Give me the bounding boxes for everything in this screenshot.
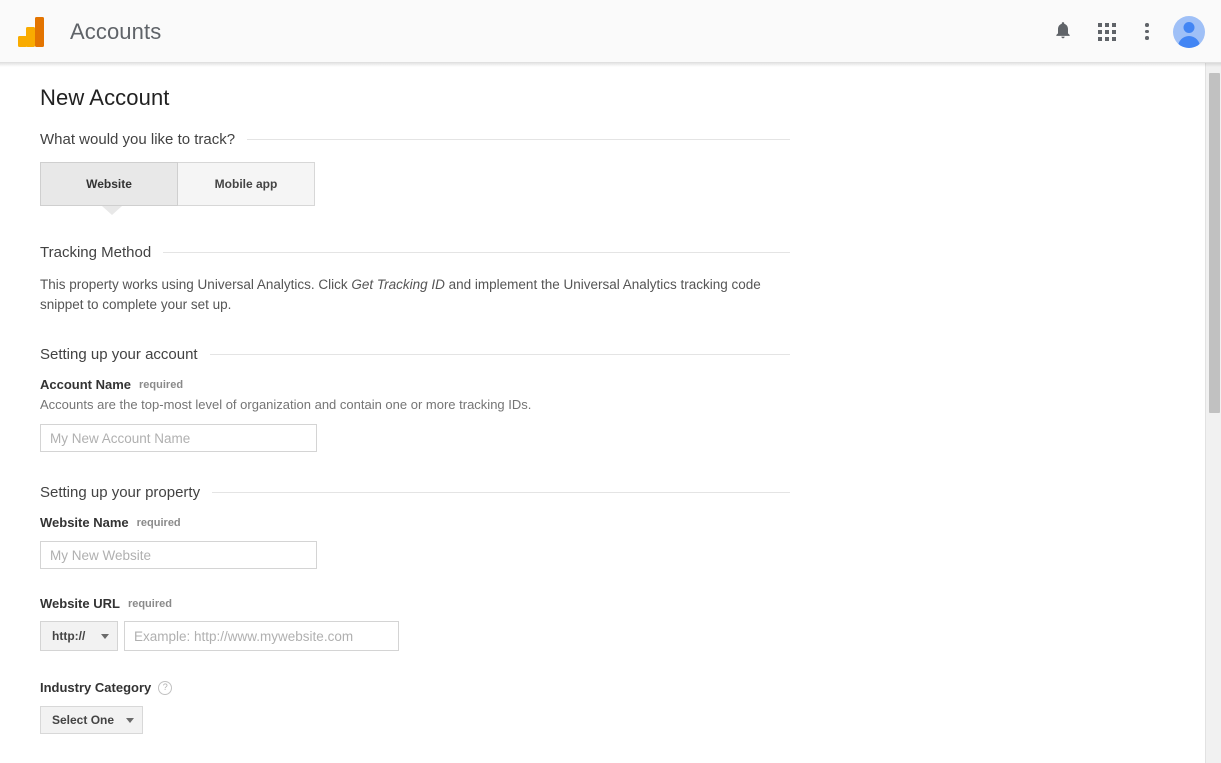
section-divider [212, 492, 790, 493]
avatar[interactable] [1173, 15, 1205, 48]
track-section-heading: What would you like to track? [40, 131, 236, 148]
website-name-label: Website Name required [40, 515, 1205, 530]
page-scrollbar-thumb[interactable] [1209, 73, 1220, 413]
track-section-header: What would you like to track? [40, 131, 790, 148]
industry-category-value: Select One [52, 713, 115, 727]
track-type-website-label: Website [86, 177, 132, 191]
track-type-website-button[interactable]: Website [40, 162, 178, 206]
industry-category-dropdown[interactable]: Select One [40, 706, 144, 734]
content-scroll-region: New Account What would you like to track… [0, 63, 1205, 763]
account-name-hint: Accounts are the top-most level of organ… [40, 397, 532, 412]
website-url-row: http:// [40, 621, 1205, 651]
property-section-header: Setting up your property [40, 484, 790, 501]
website-url-required-badge: required [127, 597, 172, 610]
app-header: Accounts [0, 0, 1221, 67]
protocol-dropdown-value: http:// [52, 629, 86, 643]
page-scrollbar-track[interactable] [1205, 63, 1221, 763]
track-type-mobile-app-button[interactable]: Mobile app [178, 162, 315, 206]
track-type-mobile-app-label: Mobile app [214, 177, 278, 191]
website-name-input[interactable] [40, 541, 317, 569]
avatar-body-icon [1178, 35, 1200, 48]
get-tracking-id-emphasis: Get Tracking ID [351, 277, 445, 292]
tracking-method-header: Tracking Method [40, 244, 790, 261]
account-name-label-text: Account Name [40, 377, 132, 392]
account-name-required-badge: required [139, 378, 184, 391]
industry-category-label-text: Industry Category [40, 680, 152, 695]
industry-category-row: Select One [40, 706, 1205, 734]
section-divider [163, 252, 790, 253]
tracking-method-text-before: This property works using Universal Anal… [40, 277, 352, 292]
page-title: New Account [40, 85, 170, 110]
new-account-form: New Account What would you like to track… [0, 63, 1205, 763]
website-url-input[interactable] [124, 621, 399, 651]
selected-tab-pointer-icon [102, 206, 122, 215]
account-section-header: Setting up your account [40, 346, 790, 363]
section-divider [209, 354, 790, 355]
more-options-button[interactable] [1127, 12, 1167, 52]
more-vertical-icon [1145, 23, 1149, 40]
section-divider [247, 139, 790, 140]
apps-grid-icon [1098, 22, 1116, 41]
tracking-method-heading: Tracking Method [40, 244, 152, 261]
notifications-button[interactable] [1043, 12, 1083, 52]
account-name-label: Account Name required [40, 377, 1205, 392]
chevron-down-icon [126, 717, 135, 723]
bell-icon [1053, 20, 1073, 43]
tracking-method-description: This property works using Universal Anal… [40, 275, 785, 315]
track-type-toggle-group: Website Mobile app [40, 162, 315, 215]
help-icon[interactable]: ? [158, 680, 173, 695]
account-name-input[interactable] [40, 424, 317, 452]
account-section-heading: Setting up your account [40, 346, 198, 363]
avatar-head-icon [1183, 21, 1195, 33]
website-url-label-text: Website URL [40, 596, 120, 611]
industry-category-label: Industry Category ? [40, 680, 1205, 695]
property-section-heading: Setting up your property [40, 484, 201, 501]
chevron-down-icon [101, 633, 109, 639]
website-name-required-badge: required [136, 516, 181, 529]
google-analytics-logo [18, 17, 46, 47]
app-header-actions [1043, 0, 1221, 63]
app-title: Accounts [70, 19, 162, 44]
website-url-label: Website URL required [40, 596, 1205, 611]
protocol-dropdown[interactable]: http:// [40, 621, 118, 651]
website-name-label-text: Website Name [40, 515, 129, 530]
apps-button[interactable] [1087, 12, 1127, 52]
